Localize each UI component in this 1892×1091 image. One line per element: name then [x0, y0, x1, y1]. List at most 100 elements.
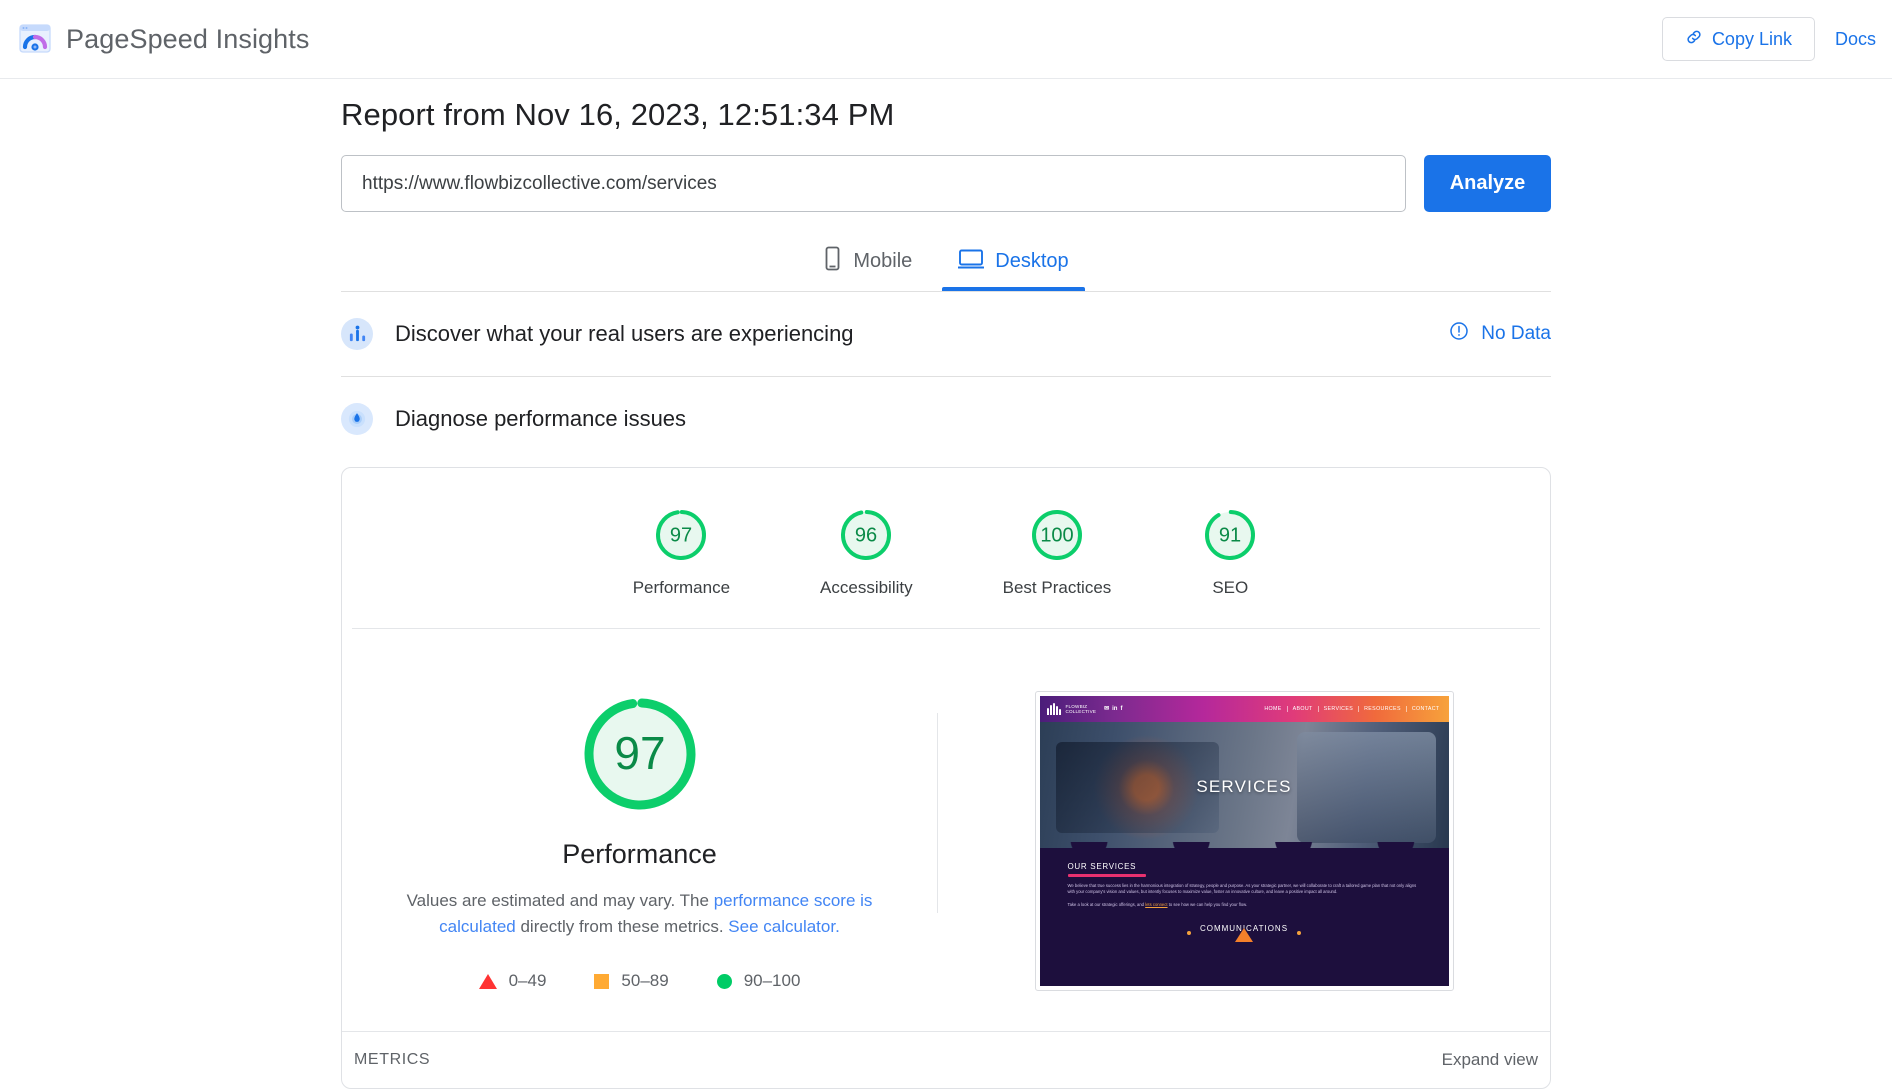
no-data-label: No Data [1481, 323, 1551, 344]
screenshot-hero: SERVICES [1039, 722, 1449, 848]
performance-gauge-large: 97 [584, 698, 695, 810]
screenshot-paragraph-1: We believe that true success lies in the… [1067, 882, 1417, 894]
screenshot-nav-home: HOME [1259, 706, 1288, 712]
screenshot-nav-contact: CONTACT [1411, 706, 1440, 712]
score-legend: 0–49 50–89 90–100 [478, 971, 801, 991]
gauge-value-seo: 91 [1219, 525, 1241, 547]
tab-mobile[interactable]: Mobile [807, 238, 928, 291]
field-data-section: Discover what your real users are experi… [341, 292, 1551, 376]
page-screenshot: FLOWBIZ COLLECTIVE ✉ in f HOME ABOUT SER… [1039, 696, 1449, 986]
desc-text-2: directly from these metrics. [515, 916, 729, 936]
page-content: Report from Nov 16, 2023, 12:51:34 PM An… [0, 79, 1892, 1089]
screenshot-wave-divider [1039, 842, 1449, 854]
screenshot-brand-line1: FLOWBIZ [1065, 703, 1088, 709]
page-screenshot-frame: FLOWBIZ COLLECTIVE ✉ in f HOME ABOUT SER… [1034, 691, 1454, 991]
screenshot-section-heading: OUR SERVICES [1067, 862, 1137, 871]
screenshot-navbar: FLOWBIZ COLLECTIVE ✉ in f HOME ABOUT SER… [1039, 696, 1449, 722]
screenshot-nav-resources: RESOURCES [1359, 706, 1407, 712]
score-gauge-best-practices[interactable]: 100 Best Practices [1002, 506, 1112, 598]
performance-detail-label: Performance [562, 839, 717, 869]
gauge-ring-best-practices: 100 [1031, 510, 1082, 560]
gauge-label-seo: SEO [1212, 578, 1249, 597]
field-data-label: Discover what your real users are experi… [395, 321, 854, 346]
flowbiz-logo-icon [1046, 703, 1061, 715]
screenshot-connect-link: lets connect [1145, 901, 1168, 907]
screenshot-hero-title: SERVICES [1196, 777, 1292, 797]
screenshot-paragraph-2: Take a look at our strategic offerings, … [1068, 902, 1421, 908]
screenshot-nav-about: ABOUT [1288, 706, 1319, 712]
gauge-ring-accessibility: 96 [841, 510, 892, 560]
screenshot-paragraph-2-before: Take a look at our strategic offerings, … [1067, 901, 1146, 907]
score-gauge-seo[interactable]: 91 SEO [1201, 506, 1259, 598]
screenshot-dot-left [1186, 930, 1191, 935]
metrics-label: METRICS [354, 1051, 431, 1068]
circle-icon [716, 973, 732, 989]
copy-link-button[interactable]: Copy Link [1661, 17, 1815, 61]
diagnose-card: 97 Performance 96 Accessibility 100 Best… [341, 467, 1551, 1089]
screenshot-paragraph-2-after: to see how we can help you find your flo… [1167, 901, 1248, 907]
performance-detail: 97 Performance Values are estimated and … [342, 629, 1550, 1031]
screenshot-dot-right [1297, 930, 1302, 935]
pagespeed-gauge-icon [14, 18, 56, 60]
performance-gauge-value: 97 [614, 727, 665, 779]
header-actions: Copy Link Docs [1661, 17, 1876, 61]
gauge-ring-seo: 91 [1205, 510, 1256, 560]
legend-item-average: 50–89 [594, 971, 669, 991]
legend-label-poor: 0–49 [508, 971, 547, 990]
screenshot-triangle-icon [1235, 927, 1253, 942]
score-gauge-accessibility[interactable]: 96 Accessibility [820, 506, 913, 598]
tab-mobile-label: Mobile [853, 250, 913, 272]
desktop-monitor-icon [957, 248, 985, 276]
content-column: Report from Nov 16, 2023, 12:51:34 PM An… [341, 97, 1551, 1089]
app-header: PageSpeed Insights Copy Link Docs [0, 0, 1892, 79]
screenshot-heading-rule [1067, 874, 1146, 877]
facebook-icon: f [1120, 706, 1123, 712]
gauge-value-best-practices: 100 [1040, 525, 1073, 547]
desc-text-1: Values are estimated and may vary. The [406, 891, 714, 910]
link-icon [1685, 28, 1703, 51]
info-circle-icon [1449, 321, 1469, 347]
copy-link-label: Copy Link [1711, 28, 1792, 49]
url-analyze-row: Analyze [341, 155, 1551, 212]
docs-link[interactable]: Docs [1835, 29, 1876, 50]
legend-label-good: 90–100 [743, 971, 801, 990]
screenshot-panel: FLOWBIZ COLLECTIVE ✉ in f HOME ABOUT SER… [938, 691, 1550, 991]
screenshot-brand: FLOWBIZ COLLECTIVE [1066, 704, 1097, 715]
diagnose-label: Diagnose performance issues [395, 406, 687, 431]
mobile-phone-icon [823, 246, 842, 277]
gauge-label-best-practices: Best Practices [1002, 578, 1112, 597]
gauge-value-performance: 97 [670, 525, 692, 547]
tab-desktop-label: Desktop [995, 250, 1069, 272]
performance-summary: 97 Performance Values are estimated and … [342, 691, 937, 991]
legend-label-average: 50–89 [621, 971, 669, 990]
see-calculator-link[interactable]: See calculator. [728, 917, 840, 936]
score-gauge-performance[interactable]: 97 Performance [633, 506, 730, 598]
gauge-label-accessibility: Accessibility [820, 578, 913, 597]
diagnose-section: Diagnose performance issues [341, 377, 1551, 461]
no-data-status[interactable]: No Data [1449, 321, 1551, 347]
tab-desktop[interactable]: Desktop [942, 238, 1086, 291]
analyze-button[interactable]: Analyze [1424, 155, 1551, 212]
real-users-chart-icon [341, 318, 373, 350]
screenshot-social-icons: ✉ in f [1104, 706, 1122, 712]
screenshot-nav-services: SERVICES [1319, 706, 1360, 712]
url-input[interactable] [341, 155, 1406, 212]
legend-item-good: 90–100 [716, 971, 801, 991]
card-footer: METRICS Expand view [342, 1031, 1550, 1088]
brand: PageSpeed Insights [14, 18, 309, 60]
envelope-icon: ✉ [1104, 706, 1110, 712]
score-gauges: 97 Performance 96 Accessibility 100 Best… [342, 468, 1550, 628]
performance-description: Values are estimated and may vary. The p… [390, 888, 890, 939]
legend-item-poor: 0–49 [478, 971, 547, 991]
linkedin-icon: in [1112, 706, 1118, 712]
page-title: Report from Nov 16, 2023, 12:51:34 PM [341, 97, 895, 132]
expand-view-button[interactable]: Expand view [1442, 1050, 1538, 1070]
gauge-value-accessibility: 96 [855, 525, 877, 547]
square-icon [594, 973, 610, 989]
screenshot-brand-line2: COLLECTIVE [1065, 709, 1097, 714]
lighthouse-diagnose-icon [341, 403, 373, 435]
gauge-ring-performance: 97 [656, 510, 707, 560]
screenshot-nav-menu: HOME ABOUT SERVICES RESOURCES CONTACT [1259, 706, 1441, 712]
gauge-label-performance: Performance [632, 578, 731, 597]
app-title: PageSpeed Insights [66, 23, 310, 54]
